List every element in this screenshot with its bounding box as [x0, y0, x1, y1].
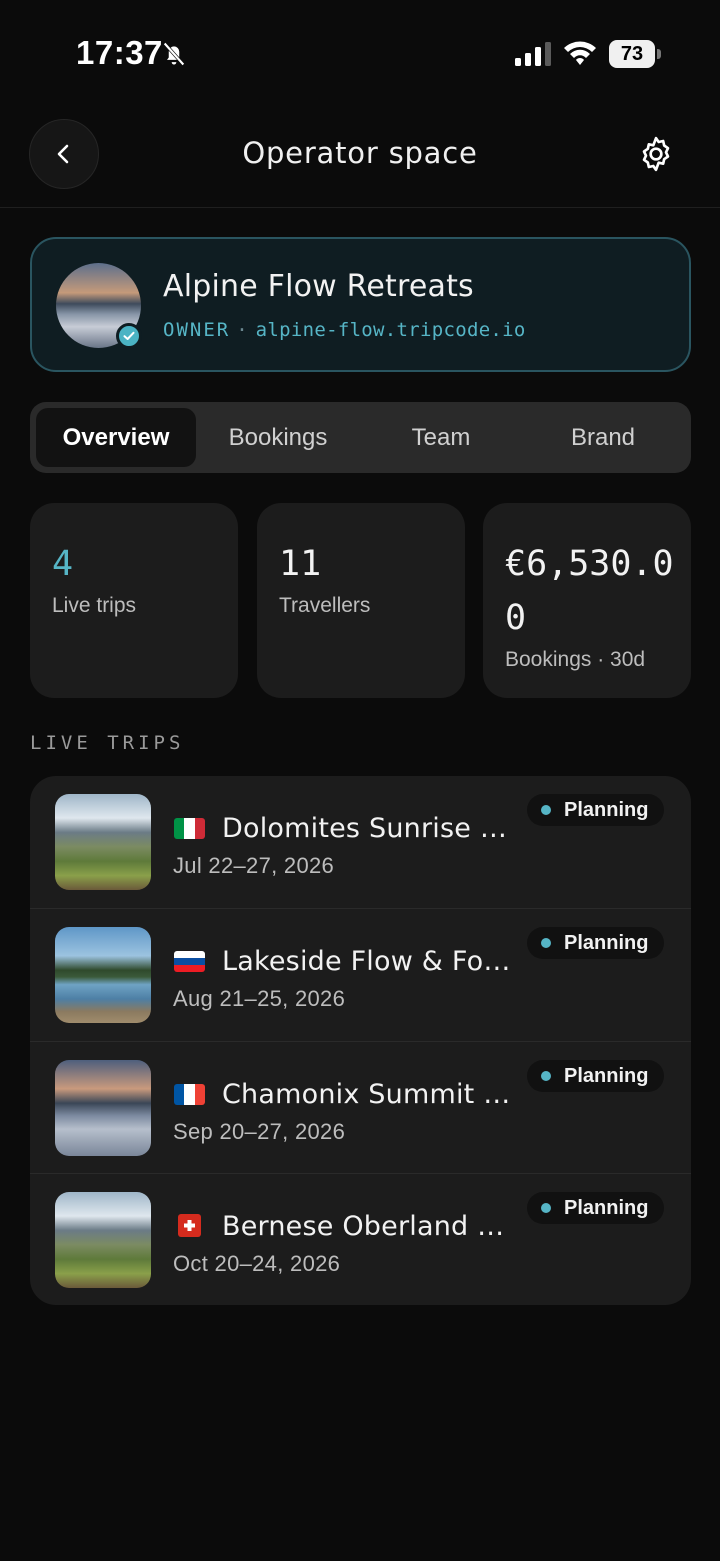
- tab-overview[interactable]: Overview: [36, 408, 196, 467]
- stat-value: 4: [52, 544, 74, 584]
- tab-brand[interactable]: Brand: [523, 408, 683, 467]
- trip-title: Lakeside Flow & Fora...: [222, 946, 512, 977]
- gear-icon: [642, 136, 670, 172]
- trip-row[interactable]: Lakeside Flow & Fora... Aug 21–25, 2026 …: [30, 908, 691, 1041]
- status-dot-icon: [541, 1071, 551, 1081]
- battery-level: 73: [609, 40, 655, 68]
- app-header: Operator space: [0, 110, 720, 208]
- trip-thumbnail: [55, 794, 151, 890]
- trip-title: Chamonix Summit &...: [222, 1079, 512, 1110]
- tab-bookings[interactable]: Bookings: [198, 408, 358, 467]
- stat-label: Bookings · 30d: [505, 648, 646, 671]
- status-label: Planning: [564, 1064, 649, 1087]
- battery-icon: 73: [609, 40, 661, 68]
- status-badge: Planning: [527, 927, 664, 959]
- operator-card[interactable]: Alpine Flow Retreats OWNER · alpine-flow.t…: [30, 237, 691, 372]
- italy-flag-icon: [174, 818, 205, 839]
- trip-row[interactable]: Chamonix Summit &... Sep 20–27, 2026 Pla…: [30, 1041, 691, 1174]
- trip-thumbnail: [55, 1192, 151, 1288]
- status-badge: Planning: [527, 794, 664, 826]
- switzerland-flag-icon: [178, 1214, 201, 1237]
- trip-dates: Sep 20–27, 2026: [173, 1119, 346, 1144]
- settings-button[interactable]: [632, 130, 680, 178]
- section-heading-live-trips: LIVE TRIPS: [30, 732, 185, 754]
- operator-domain[interactable]: alpine-flow.tripcode.io: [256, 319, 526, 341]
- status-dot-icon: [541, 938, 551, 948]
- status-badge: Planning: [527, 1060, 664, 1092]
- status-dot-icon: [541, 805, 551, 815]
- live-trips-list: Dolomites Sunrise Y... Jul 22–27, 2026 P…: [30, 776, 691, 1305]
- meta-separator: ·: [236, 319, 250, 341]
- page-title: Operator space: [242, 136, 478, 170]
- operator-meta: OWNER · alpine-flow.tripcode.io: [163, 319, 526, 341]
- stat-card-bookings[interactable]: €6,530.00 Bookings · 30d: [483, 503, 691, 698]
- operator-role: OWNER: [163, 319, 231, 341]
- status-badge: Planning: [527, 1192, 664, 1224]
- status-time: 17:37: [76, 34, 163, 71]
- stat-value: €6,530.00: [505, 544, 674, 638]
- trip-thumbnail: [55, 1060, 151, 1156]
- trip-dates: Aug 21–25, 2026: [173, 986, 346, 1011]
- status-label: Planning: [564, 798, 649, 821]
- stat-label: Live trips: [52, 594, 137, 617]
- tab-bar: Overview Bookings Team Brand: [30, 402, 691, 473]
- wifi-icon: [564, 41, 596, 65]
- stat-card-travellers[interactable]: 11 Travellers: [257, 503, 465, 698]
- operator-name: Alpine Flow Retreats: [163, 269, 474, 304]
- trip-title: Dolomites Sunrise Y...: [222, 813, 512, 844]
- bell-muted-icon: [163, 42, 185, 66]
- tab-team[interactable]: Team: [361, 408, 521, 467]
- trip-title: Bernese Oberland Gl...: [222, 1211, 512, 1242]
- status-label: Planning: [564, 931, 649, 954]
- verified-check-icon: [116, 323, 142, 349]
- france-flag-icon: [174, 1084, 205, 1105]
- stat-value: 11: [279, 544, 322, 584]
- trip-thumbnail: [55, 927, 151, 1023]
- stat-label: Travellers: [279, 594, 371, 617]
- stat-card-live-trips[interactable]: 4 Live trips: [30, 503, 238, 698]
- status-label: Planning: [564, 1196, 649, 1219]
- trip-row[interactable]: Dolomites Sunrise Y... Jul 22–27, 2026 P…: [30, 776, 691, 909]
- trip-dates: Jul 22–27, 2026: [173, 853, 335, 878]
- trip-row[interactable]: Bernese Oberland Gl... Oct 20–24, 2026 P…: [30, 1173, 691, 1305]
- slovenia-flag-icon: [174, 951, 205, 972]
- cellular-signal-icon: [515, 42, 551, 66]
- status-bar: 17:37 73: [0, 0, 720, 100]
- trip-dates: Oct 20–24, 2026: [173, 1251, 341, 1276]
- status-dot-icon: [541, 1203, 551, 1213]
